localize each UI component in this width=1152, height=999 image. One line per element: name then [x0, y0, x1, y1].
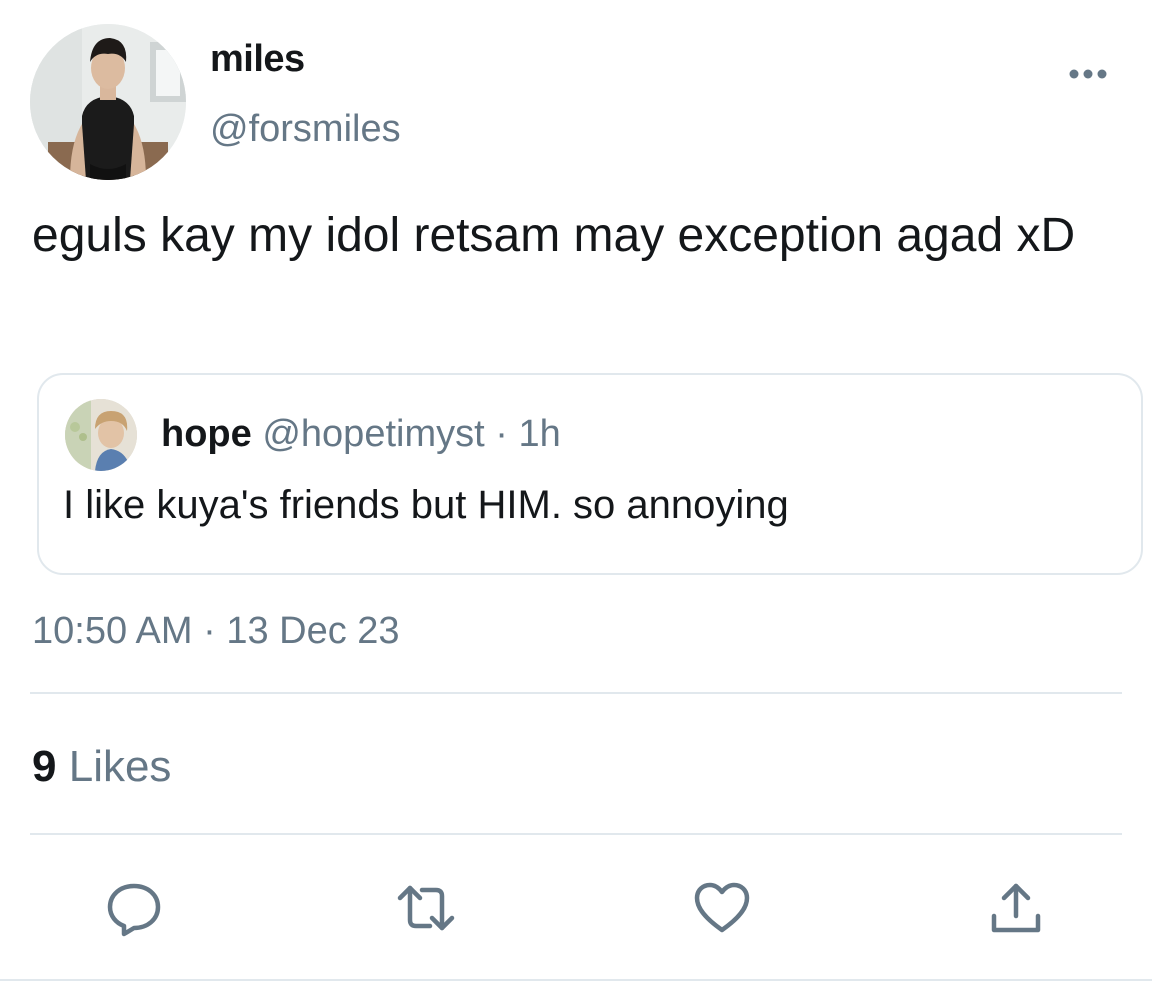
- divider-bottom: [30, 833, 1122, 835]
- retweet-icon[interactable]: [396, 878, 456, 938]
- author-avatar[interactable]: [30, 24, 186, 180]
- tweet-timestamp[interactable]: 10:50 AM · 13 Dec 23: [32, 610, 400, 653]
- more-options-icon[interactable]: [1066, 62, 1110, 86]
- tweet-text: eguls kay my idol retsam may exception a…: [32, 209, 1076, 262]
- quoted-author-handle[interactable]: @hopetimyst: [262, 413, 484, 455]
- tweet-date: 13 Dec 23: [226, 610, 400, 652]
- likes-count: 9: [32, 742, 57, 791]
- tweet-time: 10:50 AM: [32, 610, 193, 652]
- likes-stat[interactable]: 9 Likes: [32, 742, 171, 792]
- timestamp-separator: ·: [203, 610, 216, 652]
- quoted-tweet-time: 1h: [518, 413, 561, 455]
- quoted-author-display-name[interactable]: hope: [161, 413, 252, 455]
- author-display-name[interactable]: miles: [210, 38, 305, 81]
- quoted-tweet-header: hope @hopetimyst · 1h: [161, 413, 561, 456]
- divider-top: [30, 692, 1122, 694]
- author-handle[interactable]: @forsmiles: [210, 108, 401, 151]
- quoted-author-avatar-image: [65, 399, 137, 471]
- like-icon[interactable]: [692, 878, 752, 938]
- share-icon[interactable]: [986, 878, 1046, 938]
- reply-icon[interactable]: [104, 878, 164, 938]
- quoted-author-avatar[interactable]: [65, 399, 137, 471]
- quoted-tweet-card[interactable]: hope @hopetimyst · 1h I like kuya's frie…: [37, 373, 1143, 575]
- author-avatar-image: [30, 24, 186, 180]
- quoted-tweet-text: I like kuya's friends but HIM. so annoyi…: [63, 483, 789, 527]
- likes-label: Likes: [68, 742, 172, 791]
- quoted-header-separator: ·: [495, 413, 508, 455]
- footer-divider: [0, 979, 1152, 981]
